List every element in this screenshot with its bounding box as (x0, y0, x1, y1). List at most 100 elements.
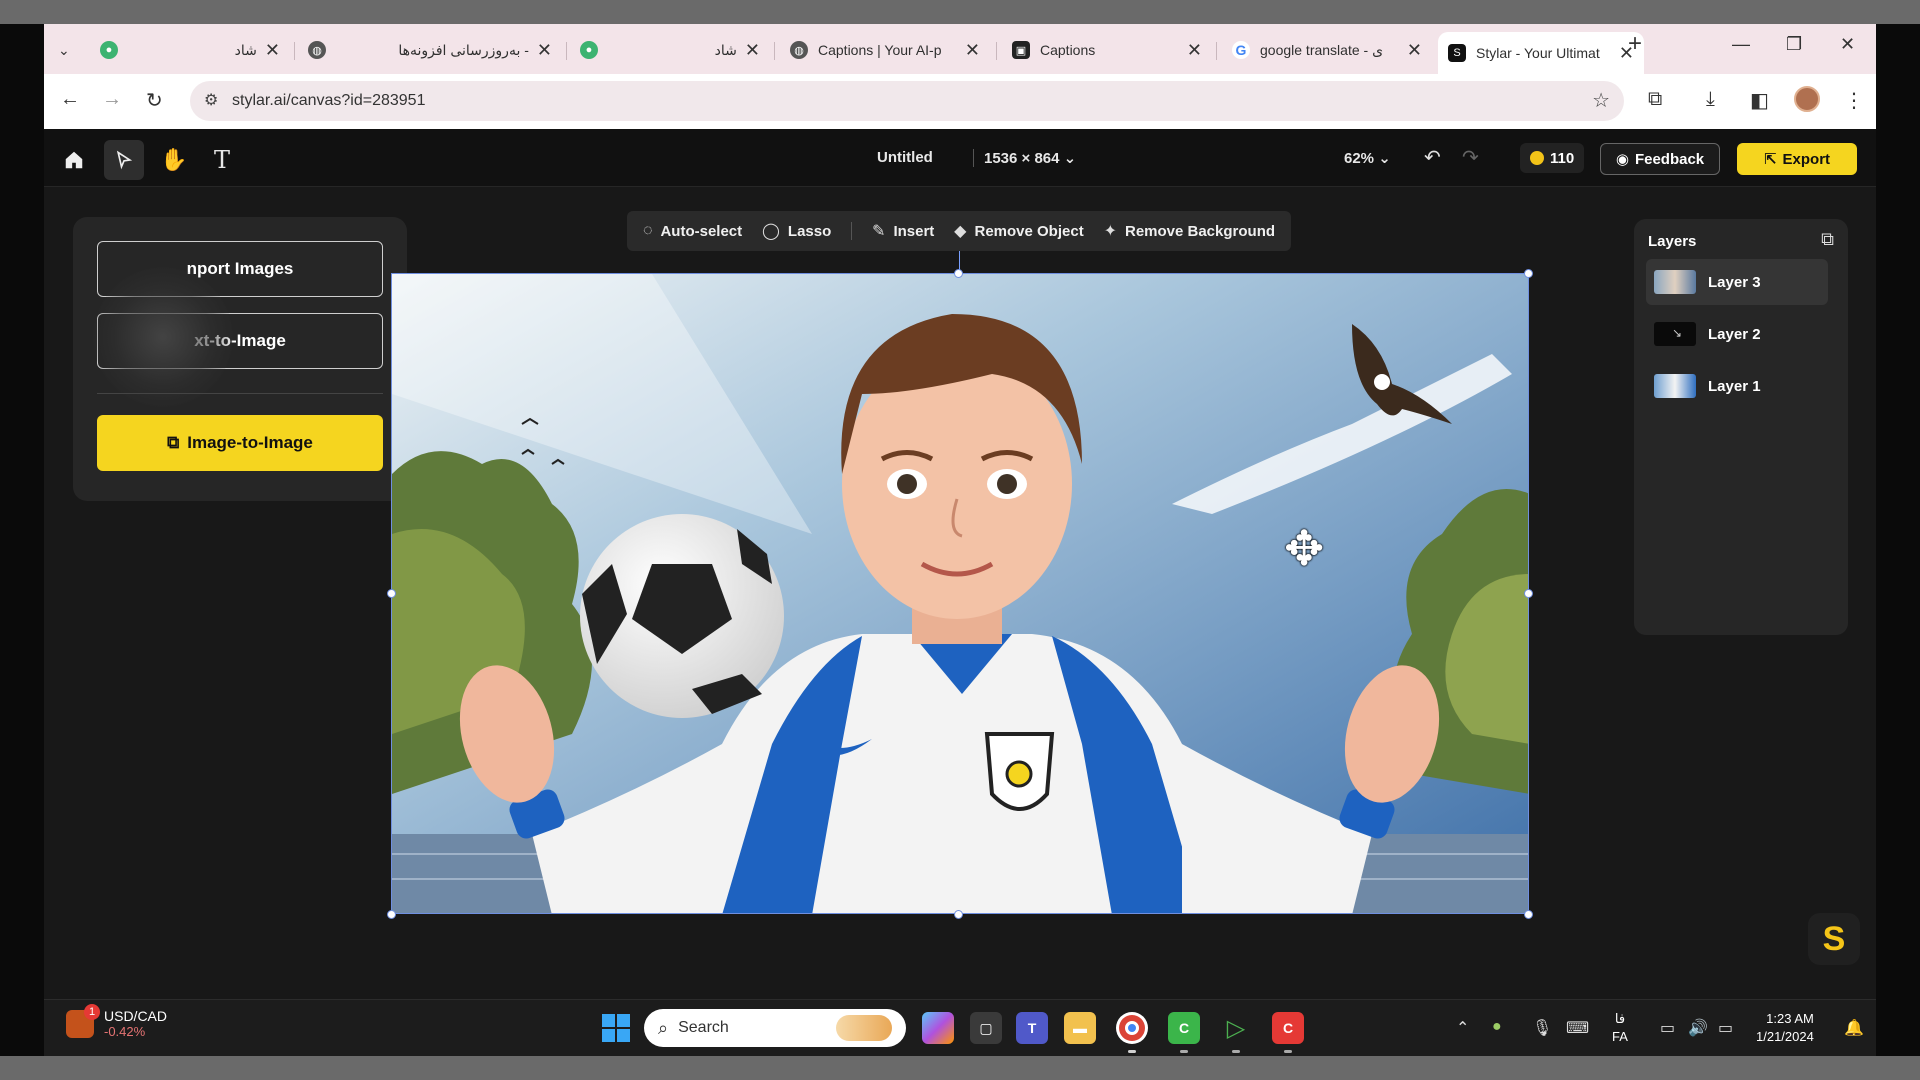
tab-extensions[interactable]: ◍ به‌روزرسانی افزونه‌ها - ✕ (298, 32, 562, 68)
search-highlight-icon (836, 1015, 892, 1041)
lasso-button[interactable]: ◯ Lasso (762, 221, 831, 241)
resize-handle-top-right[interactable] (1524, 269, 1533, 278)
export-button[interactable]: ⇱ Export (1737, 143, 1857, 175)
notification-icon[interactable]: 🔔 (1844, 1018, 1864, 1038)
ticker-widget[interactable]: 1 USD/CAD -0.42% (66, 1003, 167, 1039)
tab-search-button[interactable]: ⌄ (48, 32, 82, 68)
move-cursor-icon: ✥ (1284, 523, 1325, 576)
volume-icon[interactable]: 🔊 (1688, 1018, 1708, 1038)
menu-kebab-icon[interactable]: ⋮ (1844, 88, 1864, 113)
tray-app-icon[interactable]: ● (1492, 1018, 1502, 1036)
globe-icon: ◍ (308, 41, 326, 59)
windows-taskbar: 1 USD/CAD -0.42% ⌕ Search ▢ T ▬ C ▷ C ⌃ … (44, 999, 1876, 1056)
network-icon[interactable]: ▭ (1660, 1018, 1675, 1038)
layers-panel: Layers ⧉ Layer 3 ↘ Layer 2 Layer 1 (1634, 219, 1848, 635)
canvas-image[interactable] (391, 273, 1529, 914)
chevron-down-icon: ⌄ (1378, 150, 1391, 167)
microphone-icon[interactable]: 🎙 (1532, 1018, 1552, 1038)
generate-panel: nport Images xt-to-Image ⧉ Image-to-Imag… (73, 217, 407, 501)
layer-item-2[interactable]: ↘ Layer 2 (1646, 311, 1828, 357)
close-icon[interactable]: ✕ (537, 40, 552, 61)
chevron-down-icon: ⌄ (1063, 150, 1077, 167)
play-store-icon[interactable]: ▷ (1220, 1012, 1252, 1044)
tab-google-translate[interactable]: G google translate - ی ✕ (1222, 32, 1432, 68)
resize-handle-left[interactable] (387, 589, 396, 598)
windows-start-icon[interactable] (602, 1014, 630, 1042)
canvas-size-dropdown[interactable]: 1536 × 864 ⌄ (984, 149, 1076, 167)
new-tab-button[interactable]: + (1628, 30, 1642, 58)
auto-select-button[interactable]: ◌ Auto-select (643, 222, 742, 240)
document-title[interactable]: Untitled (877, 149, 933, 166)
minimize-button[interactable]: — (1732, 34, 1750, 55)
remove-background-button[interactable]: ✦ Remove Background (1104, 221, 1275, 241)
resize-handle-bottom[interactable] (954, 910, 963, 919)
undo-icon[interactable]: ↶ (1424, 145, 1441, 170)
layer-thumbnail (1654, 270, 1696, 294)
hand-tool-icon[interactable]: ✋ (154, 140, 194, 180)
resize-handle-right[interactable] (1524, 589, 1533, 598)
teams-icon[interactable]: T (1016, 1012, 1048, 1044)
tab-stylar[interactable]: S Stylar - Your Ultimat ✕ (1438, 32, 1644, 74)
search-icon: ⌕ (658, 1017, 669, 1038)
close-icon[interactable]: ✕ (1187, 40, 1202, 61)
tab-captions[interactable]: ▣ Captions ✕ (1002, 32, 1212, 68)
back-button[interactable]: ← (60, 88, 80, 111)
address-row: ← → ↻ ⚙ stylar.ai/canvas?id=283951 ☆ ⧉ ⤓… (44, 74, 1876, 129)
close-icon[interactable]: ✕ (1407, 40, 1422, 61)
credits-badge[interactable]: 110 (1520, 143, 1585, 173)
taskbar-search[interactable]: ⌕ Search (644, 1009, 906, 1047)
insert-button[interactable]: ✎ Insert (872, 221, 934, 241)
extensions-icon[interactable]: ⧉ (1648, 88, 1662, 111)
text-tool-icon[interactable]: T (202, 140, 242, 180)
feedback-button[interactable]: ◉ Feedback (1600, 143, 1720, 175)
zoom-dropdown[interactable]: 62% ⌄ (1344, 149, 1391, 167)
reload-button[interactable]: ↻ (146, 88, 163, 113)
edit-toolbar: ◌ Auto-select ◯ Lasso ✎ Insert ◆ Remove Obje… (627, 211, 1291, 251)
camtasia-green-icon[interactable]: C (1168, 1012, 1200, 1044)
close-icon[interactable]: ✕ (965, 40, 980, 61)
copilot-icon[interactable] (922, 1012, 954, 1044)
ticker-icon: 1 (66, 1003, 100, 1038)
layer-item-3[interactable]: Layer 3 (1646, 259, 1828, 305)
battery-icon[interactable]: ▭ (1718, 1018, 1733, 1038)
auto-select-icon: ◌ (642, 222, 653, 239)
layer-thumbnail (1654, 374, 1696, 398)
task-view-icon[interactable]: ▢ (970, 1012, 1002, 1044)
language-indicator[interactable]: فا FA (1612, 1010, 1628, 1046)
close-icon[interactable]: ✕ (265, 40, 280, 61)
tab-shad-1[interactable]: ● شاد ✕ (90, 32, 290, 68)
tab-captions-ai[interactable]: ◍ Captions | Your AI-p ✕ (780, 32, 990, 68)
chrome-icon[interactable] (1116, 1012, 1148, 1044)
right-border (1876, 24, 1920, 1056)
remove-object-button[interactable]: ◆ Remove Object (954, 221, 1084, 241)
clock[interactable]: 1:23 AM 1/21/2024 (1756, 1010, 1814, 1046)
left-border (0, 24, 44, 1056)
top-strip (0, 0, 1920, 24)
home-icon[interactable] (54, 140, 94, 180)
image-to-image-button[interactable]: ⧉ Image-to-Image (97, 415, 383, 471)
close-icon[interactable]: ✕ (745, 40, 760, 61)
eraser-icon: ◆ (954, 223, 967, 240)
layer-item-1[interactable]: Layer 1 (1646, 363, 1828, 409)
redo-icon[interactable]: ↷ (1462, 145, 1479, 170)
layers-expand-icon[interactable]: ⧉ (1821, 229, 1834, 250)
download-icon[interactable]: ⤓ (1706, 88, 1715, 111)
site-info-icon[interactable]: ⚙ (204, 90, 218, 110)
keyboard-icon[interactable]: ⌨ (1566, 1018, 1589, 1038)
file-explorer-icon[interactable]: ▬ (1064, 1012, 1096, 1044)
camtasia-red-icon[interactable]: C (1272, 1012, 1304, 1044)
side-panel-icon[interactable]: ◧ (1750, 88, 1769, 113)
select-tool-icon[interactable] (104, 140, 144, 180)
chevron-up-icon[interactable]: ⌃ (1456, 1018, 1469, 1038)
restore-button[interactable]: ❐ (1786, 34, 1802, 55)
resize-handle-bottom-right[interactable] (1524, 910, 1533, 919)
stylar-logo-icon[interactable]: S (1808, 913, 1860, 965)
address-bar[interactable]: ⚙ stylar.ai/canvas?id=283951 ☆ (190, 81, 1624, 121)
close-window-button[interactable]: ✕ (1840, 34, 1855, 55)
resize-handle-top[interactable] (954, 269, 963, 278)
resize-handle-bottom-left[interactable] (387, 910, 396, 919)
tab-shad-2[interactable]: ● شاد ✕ (570, 32, 770, 68)
profile-avatar[interactable] (1794, 86, 1820, 112)
bookmark-star-icon[interactable]: ☆ (1592, 88, 1610, 113)
forward-button[interactable]: → (102, 88, 122, 111)
